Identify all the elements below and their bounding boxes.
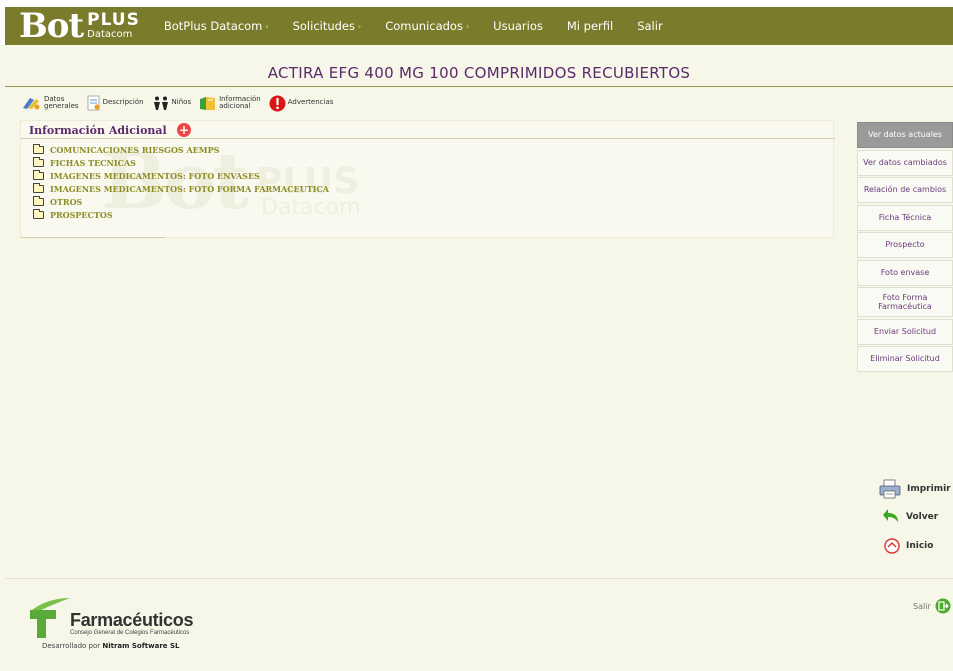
nav-label: Comunicados <box>385 19 463 33</box>
add-icon[interactable]: + <box>177 123 191 137</box>
chevron-down-icon: › <box>465 21 470 31</box>
ver-datos-actuales-button[interactable]: Ver datos actuales <box>857 122 953 148</box>
botplus-logo[interactable]: Bot PLUS Datacom <box>19 9 140 43</box>
salir-footer-label: Salir <box>913 601 931 611</box>
folder-label: IMAGENES MEDICAMENTOS: FOTO ENVASES <box>50 170 260 181</box>
nav-item-comunicados[interactable]: Comunicados › <box>373 7 481 45</box>
inicio-button[interactable]: Inicio <box>884 538 933 554</box>
tab-descripcion[interactable]: Descripción <box>87 95 144 111</box>
datos-generales-icon <box>23 98 40 110</box>
nav-label: Solicitudes <box>292 19 356 33</box>
farmaceuticos-logo-icon <box>30 598 70 638</box>
tab-label: Niños <box>171 98 192 107</box>
nav-label: Mi perfil <box>566 19 614 33</box>
descripcion-icon <box>87 95 100 111</box>
folder-icon <box>33 169 44 180</box>
folder-item[interactable]: OTROS <box>33 195 329 208</box>
folder-label: FICHAS TECNICAS <box>50 157 136 168</box>
chevron-down-icon: › <box>265 21 269 31</box>
ninos-icon <box>153 96 168 110</box>
nav-label: Usuarios <box>493 19 543 33</box>
volver-button[interactable]: Volver <box>882 508 938 526</box>
developer-credit: Desarrollado por Nitram Software SL <box>42 642 180 650</box>
folder-icon <box>33 195 44 206</box>
side-button-column: Ver datos actuales Ver datos cambiados R… <box>857 122 953 374</box>
imprimir-label: Imprimir <box>907 484 951 494</box>
folder-icon <box>33 182 44 193</box>
tab-label: Datos generales <box>44 94 79 110</box>
logo-datacom-text: Datacom <box>87 29 133 40</box>
informacion-adicional-panel: Bot PLUS Datacom Información Adicional +… <box>20 120 835 238</box>
volver-label: Volver <box>906 512 939 522</box>
folder-icon <box>33 143 44 154</box>
tab-datos-generales[interactable]: Datos generales <box>22 94 79 111</box>
tab-label: Advertencias <box>287 98 334 107</box>
folder-icon <box>33 208 44 219</box>
folder-icon <box>33 156 44 167</box>
folder-item[interactable]: FICHAS TECNICAS <box>33 156 329 169</box>
nav-item-salir[interactable]: Salir <box>625 7 674 45</box>
logo-main-text: Bot <box>19 6 84 46</box>
foto-envase-button[interactable]: Foto envase <box>857 259 953 286</box>
section-tabs: Datos generales Descripción Niños Informa… <box>22 90 341 116</box>
salir-footer-button[interactable]: Salir <box>913 598 951 614</box>
foto-forma-farmaceutica-button[interactable]: Foto Forma Farmacéutica <box>857 287 953 317</box>
folder-label: PROSPECTOS <box>50 209 113 220</box>
nav-label: BotPlus Datacom <box>163 19 263 33</box>
nav-item-usuarios[interactable]: Usuarios <box>481 7 555 45</box>
ficha-tecnica-button[interactable]: Ficha Técnica <box>857 204 953 231</box>
panel-header: Información Adicional + <box>21 121 835 139</box>
panel-footer-divider <box>21 237 165 238</box>
page-title: ACTIRA EFG 400 MG 100 COMPRIMIDOS RECUBI… <box>267 64 691 82</box>
ver-datos-cambiados-button[interactable]: Ver datos cambiados <box>857 149 953 176</box>
home-icon <box>884 538 900 554</box>
footer-divider <box>5 578 953 579</box>
nav-item-mi-perfil[interactable]: Mi perfil <box>555 7 625 45</box>
folder-list: COMUNICACIONES RIESGOS AEMPS FICHAS TECN… <box>33 143 329 221</box>
informacion-adicional-icon <box>200 97 216 110</box>
prospecto-button[interactable]: Prospecto <box>857 232 953 258</box>
top-bar: Bot PLUS Datacom BotPlus Datacom › Solici… <box>0 0 953 45</box>
tab-ninos[interactable]: Niños <box>152 96 192 110</box>
tab-label: Información adicional <box>219 94 261 110</box>
folder-label: IMAGENES MEDICAMENTOS: FOTO FORMA FARMAC… <box>50 183 329 194</box>
title-band: ACTIRA EFG 400 MG 100 COMPRIMIDOS RECUBI… <box>5 55 953 87</box>
folder-item[interactable]: IMAGENES MEDICAMENTOS: FOTO FORMA FARMAC… <box>33 182 329 195</box>
enviar-solicitud-button[interactable]: Enviar Solicitud <box>857 318 953 345</box>
folder-item[interactable]: IMAGENES MEDICAMENTOS: FOTO ENVASES <box>33 169 329 182</box>
tab-informacion-adicional[interactable]: Información adicional <box>199 95 261 111</box>
inicio-label: Inicio <box>906 541 934 551</box>
nav-label: Salir <box>637 19 663 33</box>
nav-item-botplus-datacom[interactable]: BotPlus Datacom › <box>152 7 281 45</box>
tab-label: Descripción <box>102 98 144 107</box>
exit-icon <box>935 598 951 614</box>
logo-plus-text: PLUS <box>87 10 140 30</box>
back-arrow-icon <box>883 509 898 522</box>
folder-item[interactable]: COMUNICACIONES RIESGOS AEMPS <box>33 143 329 156</box>
advertencias-icon <box>269 95 286 111</box>
chevron-down-icon: › <box>358 21 362 31</box>
imprimir-button[interactable]: Imprimir <box>879 479 951 499</box>
folder-label: OTROS <box>50 196 83 207</box>
printer-icon <box>879 479 901 499</box>
tab-advertencias[interactable]: Advertencias <box>269 95 334 112</box>
nav-item-solicitudes[interactable]: Solicitudes › <box>281 7 374 45</box>
farmaceuticos-subtitle: Consejo General de Colegios Farmacéutico… <box>70 630 190 636</box>
relacion-de-cambios-button[interactable]: Relación de cambios <box>857 177 953 203</box>
folder-item[interactable]: PROSPECTOS <box>33 208 329 221</box>
folder-label: COMUNICACIONES RIESGOS AEMPS <box>50 144 220 155</box>
main-nav: Bot PLUS Datacom BotPlus Datacom › Solici… <box>5 7 953 45</box>
logo-sub: PLUS Datacom <box>87 12 140 40</box>
farmaceuticos-name: Farmacéuticos <box>70 610 194 630</box>
panel-title: Información Adicional <box>29 124 167 137</box>
eliminar-solicitud-button[interactable]: Eliminar Solicitud <box>857 346 953 372</box>
